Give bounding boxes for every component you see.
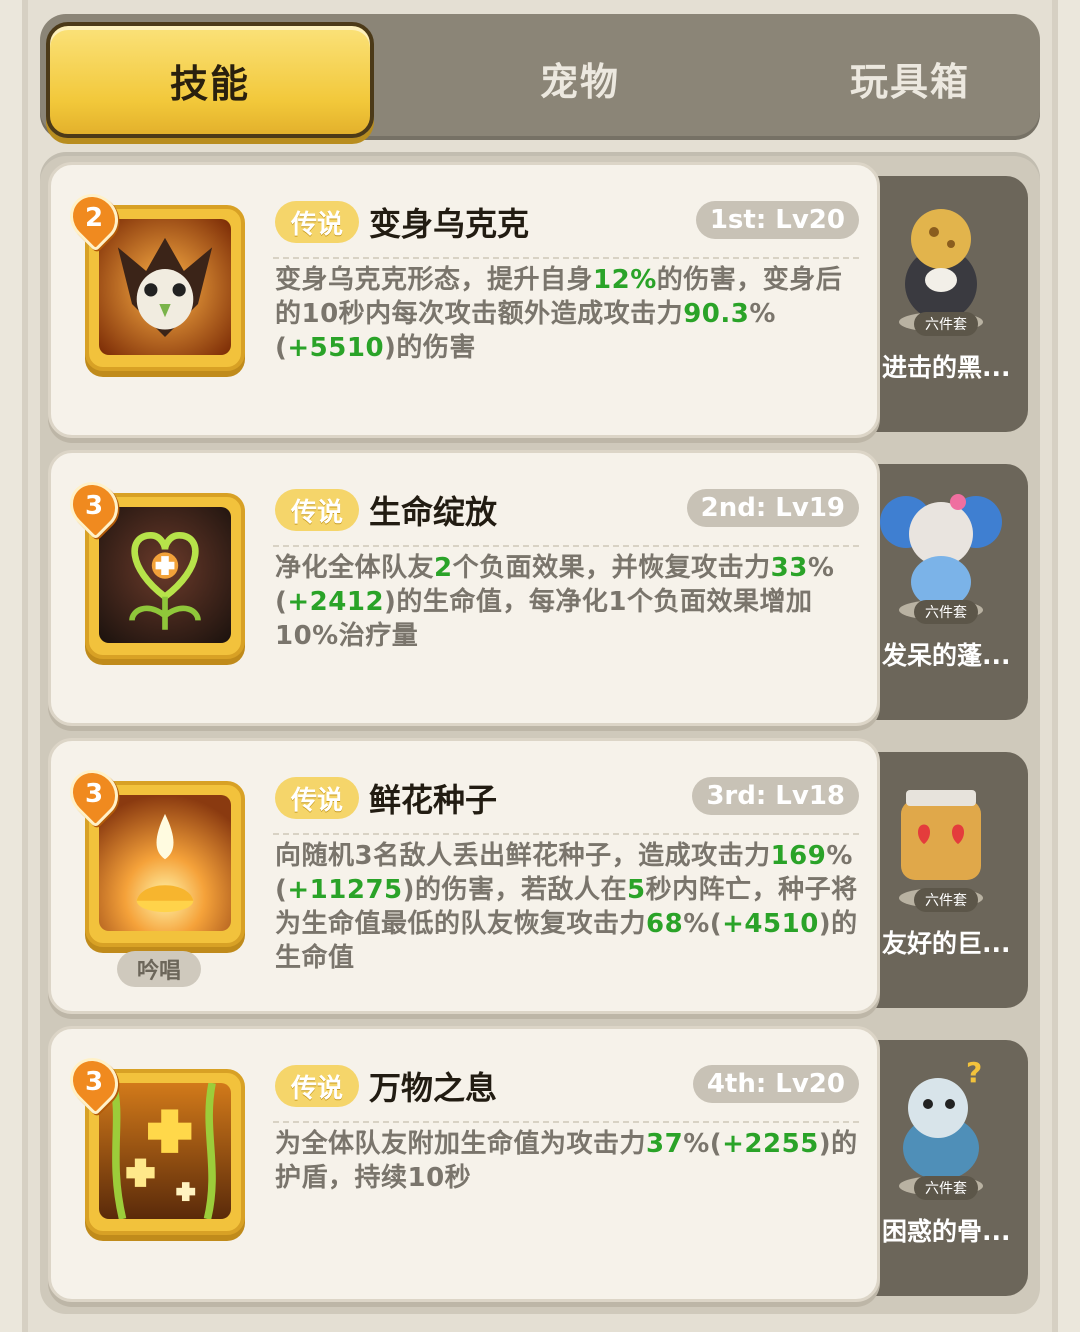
desc-text: 为全体队友附加生命值为攻击力 xyxy=(275,1129,647,1159)
highlight-value: 2 xyxy=(434,553,453,583)
divider xyxy=(273,257,859,259)
skill-row[interactable]: 3 吟唱 传说 鲜花种子 3rd: Lv18 向随机3名敌人丢出鲜花种子，造成攻… xyxy=(48,738,1038,1014)
pet-name: 友好的巨... xyxy=(882,929,1011,958)
desc-text: 向随机3名敌人丢出鲜花种子，造成攻击力 xyxy=(275,841,771,871)
divider xyxy=(273,833,859,835)
owl-icon xyxy=(99,219,231,355)
highlight-value: +2255 xyxy=(722,1129,819,1159)
skill-row[interactable]: 3 传说 万物之息 4th: Lv20 为全体队友附加生命值为攻击力37%(+2… xyxy=(48,1026,1038,1302)
skill-description: 为全体队友附加生命值为攻击力37%(+2255)的护盾，持续10秒 xyxy=(275,1127,859,1195)
rank-badge: 1st: Lv20 xyxy=(695,201,859,239)
skill-description: 变身乌克克形态，提升自身12%的伤害，变身后的10秒内每次攻击额外造成攻击力90… xyxy=(275,263,859,365)
tab-pets[interactable]: 宠物 xyxy=(415,22,745,134)
rarity-badge: 传说 xyxy=(275,201,359,243)
highlight-value: 169 xyxy=(770,841,827,871)
divider xyxy=(273,1121,859,1123)
rarity-badge: 传说 xyxy=(275,777,359,819)
rank-badge: 4th: Lv20 xyxy=(692,1065,859,1103)
set-label: 六件套 xyxy=(914,1176,978,1200)
desc-text: 个负面效果，并恢复攻击力 xyxy=(452,553,771,583)
tab-skills[interactable]: 技能 xyxy=(46,22,374,138)
skill-card[interactable]: 3 传说 万物之息 4th: Lv20 为全体队友附加生命值为攻击力37%(+2… xyxy=(48,1026,880,1302)
svg-text:?: ? xyxy=(966,1056,982,1089)
divider xyxy=(273,545,859,547)
skill-description: 向随机3名敌人丢出鲜花种子，造成攻击力169 %( +11275)的伤害，若敌人在5… xyxy=(275,839,859,975)
chant-badge: 吟唱 xyxy=(117,951,201,987)
highlight-value: 90.3 xyxy=(683,299,750,329)
pet-name: 发呆的蓬... xyxy=(882,641,1011,670)
heart-flower-icon xyxy=(99,507,231,643)
highlight-value: +2412 xyxy=(287,587,385,617)
highlight-value: 12% xyxy=(593,265,657,295)
highlight-value: +11275 xyxy=(287,875,403,905)
set-label: 六件套 xyxy=(914,312,978,336)
rarity-badge: 传说 xyxy=(275,1065,359,1107)
highlight-value: 68 xyxy=(646,909,684,939)
set-label: 六件套 xyxy=(914,600,978,624)
highlight-value: +5510 xyxy=(287,333,385,363)
desc-text: 净化全体队友 xyxy=(275,553,435,583)
rank-badge: 3rd: Lv18 xyxy=(692,777,859,815)
skill-name: 万物之息 xyxy=(369,1069,498,1107)
highlight-value: 5 xyxy=(627,875,646,905)
skill-card[interactable]: 3 传说 生命绽放 2nd: Lv19 净化全体队友2个负面效果，并恢复攻击力3… xyxy=(48,450,880,726)
skill-card[interactable]: 2 传说 变身乌克克 1st: Lv20 变身乌克克形态，提升自身12%的伤害，… xyxy=(48,162,880,438)
set-label: 六件套 xyxy=(914,888,978,912)
skill-description: 净化全体队友2个负面效果，并恢复攻击力33%(+2412)的生命值，每净化1个负… xyxy=(275,551,859,653)
skill-row[interactable]: 2 传说 变身乌克克 1st: Lv20 变身乌克克形态，提升自身12%的伤害，… xyxy=(48,162,1038,438)
pet-name: 困惑的骨... xyxy=(882,1217,1011,1246)
healing-cross-icon xyxy=(99,1083,231,1219)
desc-text: 变身乌克克形态，提升自身 xyxy=(275,265,594,295)
rarity-badge: 传说 xyxy=(275,489,359,531)
desc-text: %( xyxy=(683,1129,723,1159)
skill-name: 生命绽放 xyxy=(369,493,498,531)
flower-seed-icon xyxy=(99,795,231,931)
tab-bar: 技能 宠物 玩具箱 xyxy=(40,14,1040,140)
pet-name: 进击的黑... xyxy=(882,353,1011,382)
tab-toybox[interactable]: 玩具箱 xyxy=(745,22,1075,134)
highlight-value: 37 xyxy=(646,1129,684,1159)
skill-row[interactable]: 3 传说 生命绽放 2nd: Lv19 净化全体队友2个负面效果，并恢复攻击力3… xyxy=(48,450,1038,726)
desc-text: %( xyxy=(683,909,723,939)
rank-badge: 2nd: Lv19 xyxy=(686,489,859,527)
highlight-value: +4510 xyxy=(722,909,819,939)
skill-card[interactable]: 3 吟唱 传说 鲜花种子 3rd: Lv18 向随机3名敌人丢出鲜花种子，造成攻… xyxy=(48,738,880,1014)
skill-name: 鲜花种子 xyxy=(369,781,498,819)
skill-name: 变身乌克克 xyxy=(369,205,530,243)
desc-text: )的伤害 xyxy=(384,333,476,363)
highlight-value: 33 xyxy=(770,553,808,583)
desc-text: )的伤害，若敌人在 xyxy=(402,875,628,905)
